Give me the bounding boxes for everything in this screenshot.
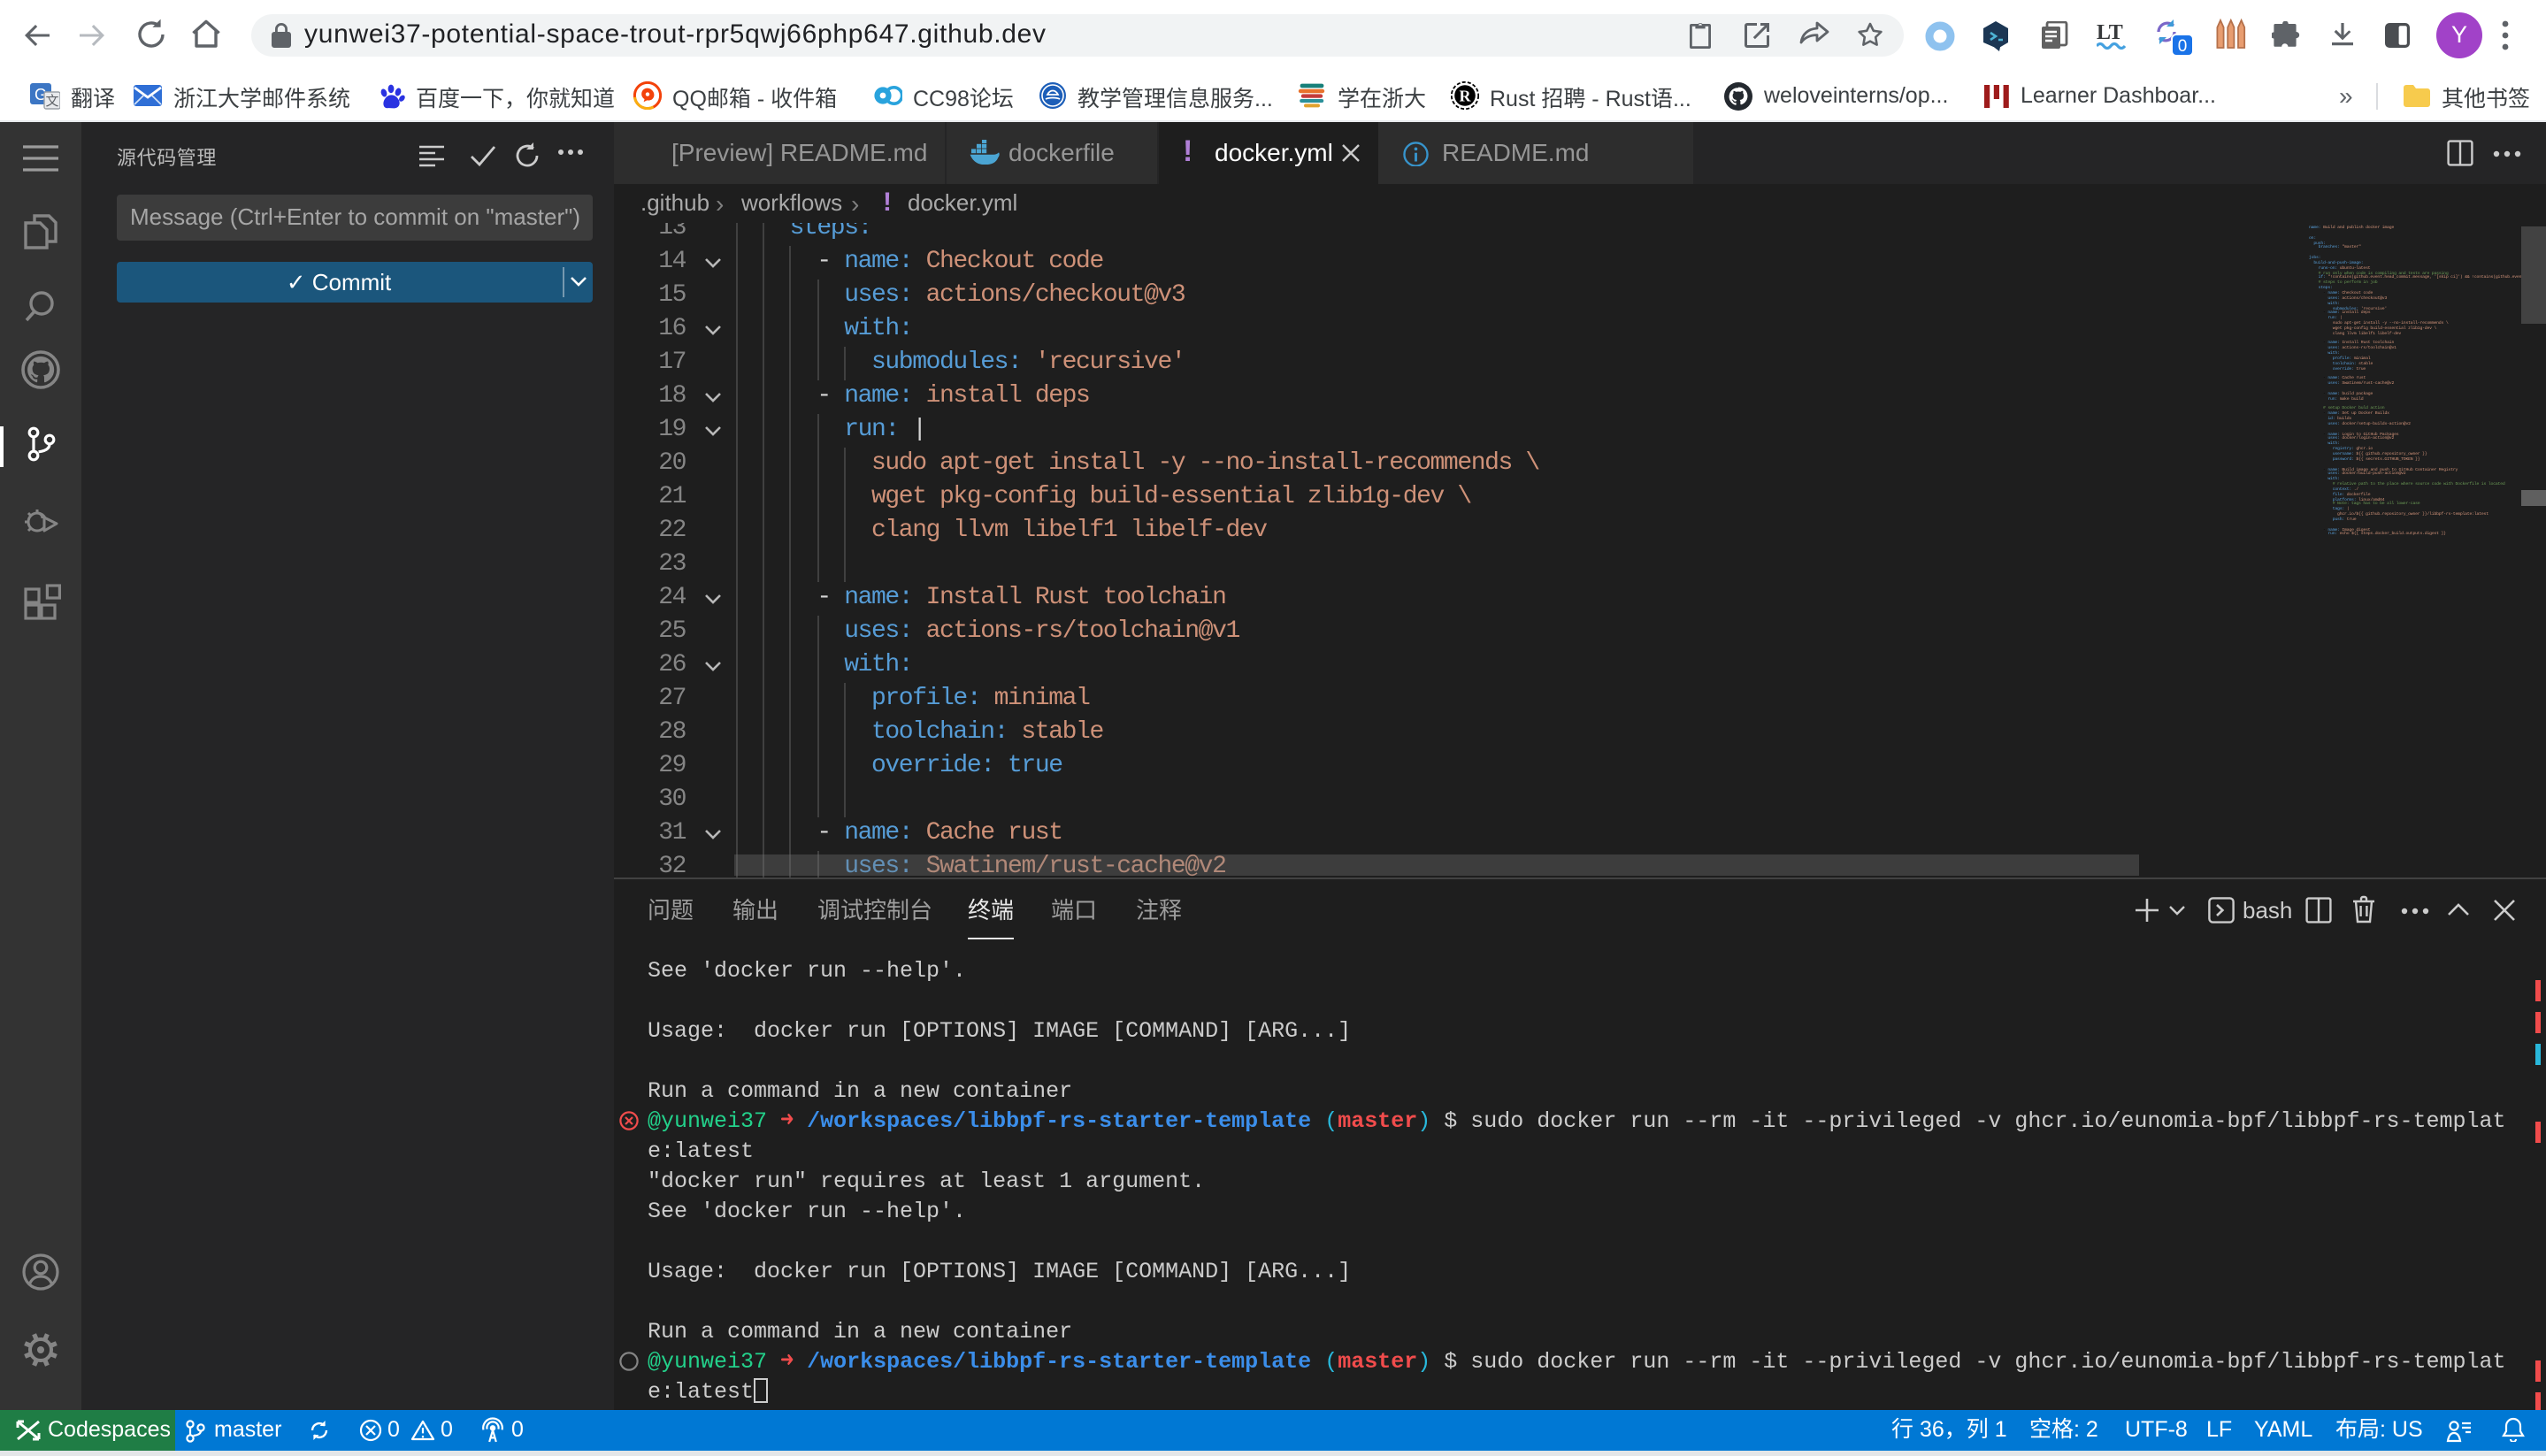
svg-text:R: R: [1460, 87, 1472, 104]
svg-text:文: 文: [45, 93, 58, 108]
